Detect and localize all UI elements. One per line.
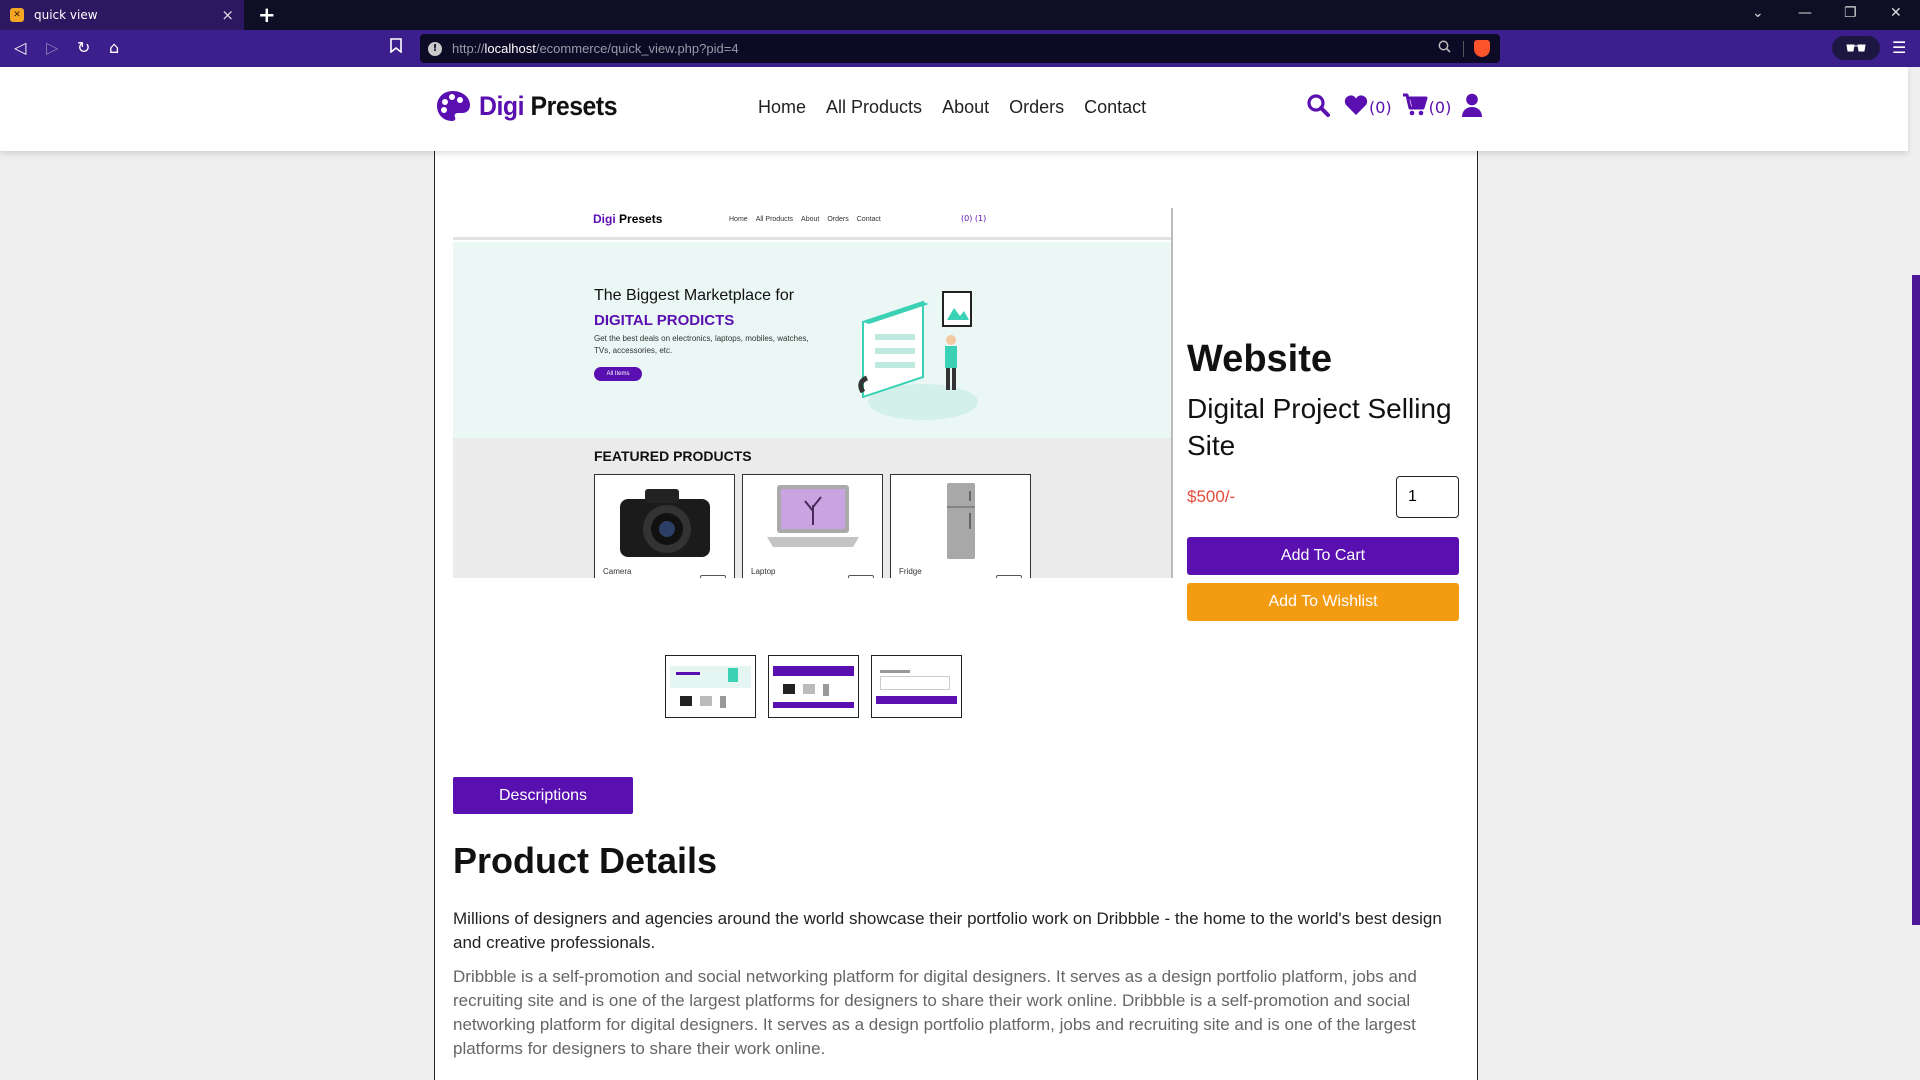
url-text[interactable]: http://localhost/ecommerce/quick_view.ph… (452, 41, 1438, 56)
nav-home[interactable]: Home (758, 97, 806, 118)
zoom-icon[interactable] (1438, 40, 1451, 57)
xampp-favicon-icon: ✕ (10, 8, 24, 22)
preview-card-camera: Camera (594, 474, 735, 578)
browser-toolbar: ◁ ▷ ↻ ⌂ ! http://localhost/ecommerce/qui… (0, 30, 1920, 67)
tab-title: quick view (34, 8, 98, 22)
add-to-wishlist-button[interactable]: Add To Wishlist (1187, 583, 1459, 621)
thumbnail-1[interactable] (665, 655, 756, 718)
new-tab-button[interactable]: + (258, 3, 276, 27)
product-details-body: Dribbble is a self-promotion and social … (453, 967, 1417, 1058)
nav-about[interactable]: About (942, 97, 989, 118)
browser-tab-strip: ✕ quick view × + ⌄ — ❐ ✕ (0, 0, 1920, 30)
product-info: Website Digital Project Selling Site $50… (1187, 338, 1459, 621)
nav-orders[interactable]: Orders (1009, 97, 1064, 118)
browser-tab[interactable]: ✕ quick view × (0, 0, 244, 30)
site-info-icon[interactable]: ! (428, 41, 442, 56)
preview-hero-title: The Biggest Marketplace for (594, 287, 795, 304)
address-separator (1463, 40, 1464, 57)
preview-hero-text: Get the best deals on electronics, lapto… (594, 334, 809, 355)
product-quick-view: Digi Presets Home All Products About Orders… (434, 150, 1478, 1080)
product-details-title: Product Details (453, 840, 718, 881)
preview-nav-links: Home All Products About Orders Contact (729, 216, 881, 223)
brave-shield-icon[interactable] (1474, 40, 1490, 57)
menu-icon[interactable]: ☰ (1892, 38, 1906, 58)
product-category: Website (1187, 338, 1333, 380)
product-name: Digital Project Selling Site (1187, 393, 1452, 461)
logo-text: Digi Presets (479, 90, 618, 121)
tab-close-icon[interactable]: × (221, 6, 234, 24)
wishlist-heart-icon[interactable] (1344, 94, 1368, 120)
add-to-cart-button[interactable]: Add To Cart (1187, 537, 1459, 575)
tab-list-chevron-icon[interactable]: ⌄ (1752, 5, 1764, 21)
user-icon[interactable] (1461, 93, 1483, 121)
product-price: $500/- (1187, 487, 1236, 506)
thumbnail-2[interactable] (768, 655, 859, 718)
forward-icon[interactable]: ▷ (46, 38, 58, 58)
preview-card-fridge: Fridge (890, 474, 1031, 578)
thumbnail-3[interactable] (871, 655, 962, 718)
restore-icon[interactable]: ❐ (1844, 5, 1857, 21)
cart-count[interactable]: (0) (1429, 98, 1452, 117)
reload-icon[interactable]: ↻ (77, 38, 90, 58)
nav-all-products[interactable]: All Products (826, 97, 922, 118)
product-main-image: Digi Presets Home All Products About Orders… (453, 208, 1173, 578)
preview-hero: The Biggest Marketplace for DIGITAL PROD… (453, 242, 1171, 438)
preview-featured: FEATURED PRODUCTS Camera Laptop Fridge (453, 438, 1171, 578)
address-bar[interactable]: ! http://localhost/ecommerce/quick_view.… (420, 34, 1500, 63)
window-close-icon[interactable]: ✕ (1890, 5, 1902, 21)
price-quantity-row: $500/- (1187, 476, 1459, 518)
minimize-icon[interactable]: — (1798, 5, 1812, 21)
back-icon[interactable]: ◁ (14, 38, 26, 58)
quantity-input[interactable] (1396, 476, 1459, 518)
search-icon[interactable] (1306, 93, 1330, 121)
image-thumbnails (665, 655, 962, 718)
nav-contact[interactable]: Contact (1084, 97, 1146, 118)
preview-featured-title: FEATURED PRODUCTS (594, 448, 752, 464)
main-nav: Home All Products About Orders Contact (758, 97, 1146, 118)
bookmark-icon[interactable] (390, 38, 402, 59)
camera-icon (620, 489, 710, 557)
preview-hero-illustration (858, 291, 978, 420)
palette-logo-icon (437, 91, 470, 121)
preview-hero-highlight: DIGITAL PRODICTS (594, 312, 735, 329)
site-logo[interactable]: Digi Presets (435, 89, 629, 123)
preview-navbar: Digi Presets Home All Products About Orders… (453, 208, 1171, 240)
preview-header-icons: (0) (1) (961, 214, 987, 223)
preview-hero-button: All Items (594, 367, 642, 381)
tab-descriptions[interactable]: Descriptions (453, 777, 633, 814)
header-icons: (0) (0) (1306, 93, 1483, 121)
cart-icon[interactable] (1402, 93, 1428, 121)
page-scrollbar[interactable] (1912, 275, 1920, 925)
site-header: Digi Presets Home All Products About Ord… (0, 67, 1908, 151)
extension-glasses-icon[interactable] (1832, 36, 1880, 60)
laptop-icon (767, 485, 859, 547)
product-details-intro: Millions of designers and agencies aroun… (453, 909, 1442, 952)
preview-logo: Digi Presets (593, 212, 663, 226)
fridge-icon (947, 483, 975, 559)
wishlist-count[interactable]: (0) (1369, 98, 1392, 117)
preview-card-laptop: Laptop (742, 474, 883, 578)
home-icon[interactable]: ⌂ (109, 38, 119, 58)
